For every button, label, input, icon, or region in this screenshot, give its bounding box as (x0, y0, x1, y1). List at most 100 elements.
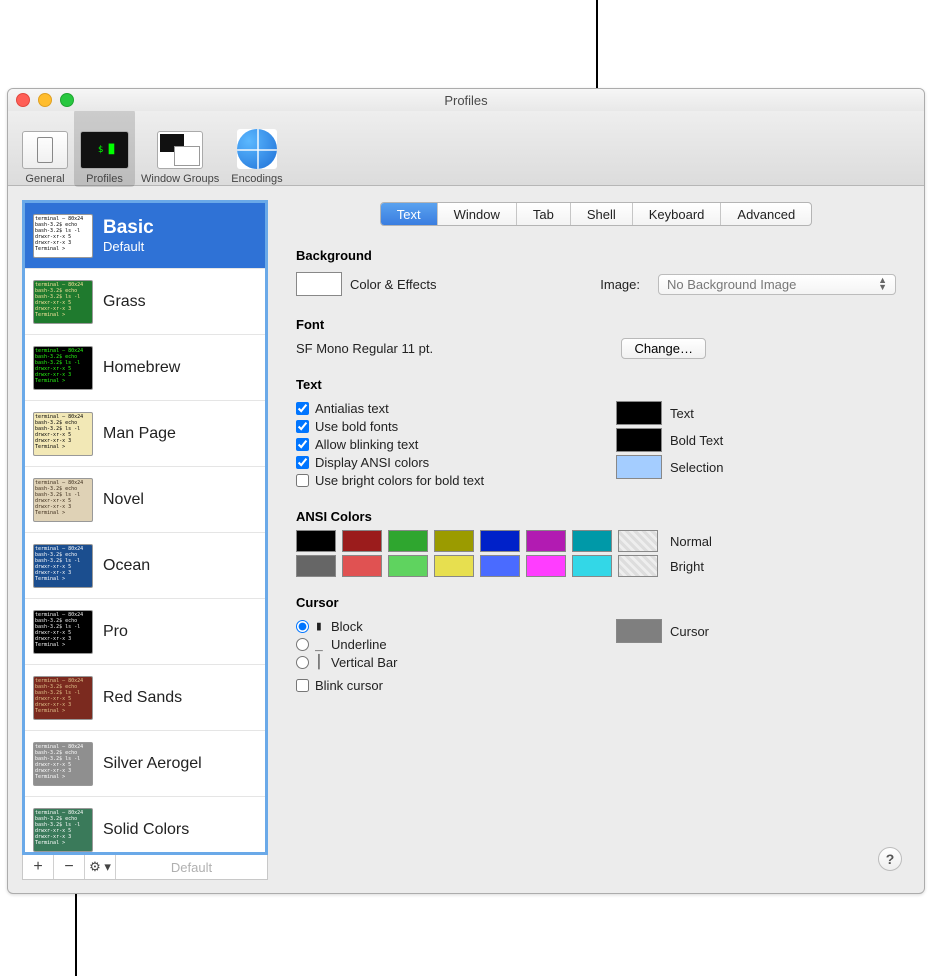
toolbar-label: Encodings (231, 173, 282, 185)
bright-bold-checkbox[interactable]: Use bright colors for bold text (296, 473, 576, 488)
add-profile-button[interactable]: + (23, 855, 54, 879)
tab-text[interactable]: Text (381, 203, 438, 225)
ansi-normal-row: Normal (296, 530, 896, 552)
profile-thumbnail: terminal — 80x24bash-3.2$ echobash-3.2$ … (33, 808, 93, 852)
profile-thumbnail: terminal — 80x24bash-3.2$ echobash-3.2$ … (33, 214, 93, 258)
ansi-swatch[interactable] (618, 530, 658, 552)
ansi-swatch[interactable] (388, 555, 428, 577)
background-image-select[interactable]: No Background Image ▲▼ (658, 274, 896, 295)
cursor-heading: Cursor (296, 595, 896, 610)
profile-subtitle: Default (103, 239, 154, 254)
cursor-underline-radio[interactable]: _Underline (296, 637, 576, 652)
toolbar-general[interactable]: General (16, 109, 74, 187)
profile-name: Basic (103, 217, 154, 239)
change-font-button[interactable]: Change… (621, 338, 706, 359)
antialias-checkbox[interactable]: Antialias text (296, 401, 576, 416)
ansi-swatch[interactable] (296, 530, 336, 552)
font-value: SF Mono Regular 11 pt. (296, 341, 433, 356)
titlebar[interactable]: Profiles (8, 89, 924, 111)
settings-tabs: Text Window Tab Shell Keyboard Advanced (380, 202, 812, 226)
profile-item-novel[interactable]: terminal — 80x24bash-3.2$ echobash-3.2$ … (25, 467, 265, 533)
window-title: Profiles (444, 93, 487, 108)
ansi-swatch[interactable] (480, 555, 520, 577)
profile-thumbnail: terminal — 80x24bash-3.2$ echobash-3.2$ … (33, 676, 93, 720)
ansi-swatch[interactable] (434, 530, 474, 552)
ansi-swatch[interactable] (296, 555, 336, 577)
background-color-well[interactable] (296, 272, 342, 296)
profile-item-man-page[interactable]: terminal — 80x24bash-3.2$ echobash-3.2$ … (25, 401, 265, 467)
selection-color-well[interactable] (616, 455, 662, 479)
cursor-color-well[interactable] (616, 619, 662, 643)
ansi-row-label: Bright (670, 559, 704, 574)
tab-keyboard[interactable]: Keyboard (633, 203, 722, 225)
profile-name: Grass (103, 293, 146, 311)
ansi-swatch[interactable] (526, 555, 566, 577)
cursor-block-radio[interactable]: ▮Block (296, 619, 576, 634)
profile-name: Solid Colors (103, 821, 189, 839)
ansi-swatch[interactable] (434, 555, 474, 577)
zoom-icon[interactable] (60, 93, 74, 107)
ansi-swatch[interactable] (526, 530, 566, 552)
ansi-swatch[interactable] (572, 555, 612, 577)
minimize-icon[interactable] (38, 93, 52, 107)
profile-list-footer: + − ⚙︎ ▾ Default (22, 855, 268, 880)
profile-thumbnail: terminal — 80x24bash-3.2$ echobash-3.2$ … (33, 412, 93, 456)
tab-advanced[interactable]: Advanced (721, 203, 811, 225)
toolbar-label: Profiles (86, 173, 123, 185)
profile-thumbnail: terminal — 80x24bash-3.2$ echobash-3.2$ … (33, 544, 93, 588)
chevron-updown-icon: ▲▼ (878, 277, 887, 291)
profile-name: Red Sands (103, 689, 182, 707)
profile-item-ocean[interactable]: terminal — 80x24bash-3.2$ echobash-3.2$ … (25, 533, 265, 599)
toolbar-label: Window Groups (141, 173, 219, 185)
profile-item-basic[interactable]: terminal — 80x24bash-3.2$ echobash-3.2$ … (25, 203, 265, 269)
profile-item-grass[interactable]: terminal — 80x24bash-3.2$ echobash-3.2$ … (25, 269, 265, 335)
profile-item-pro[interactable]: terminal — 80x24bash-3.2$ echobash-3.2$ … (25, 599, 265, 665)
profile-item-red-sands[interactable]: terminal — 80x24bash-3.2$ echobash-3.2$ … (25, 665, 265, 731)
profile-list[interactable]: terminal — 80x24bash-3.2$ echobash-3.2$ … (22, 200, 268, 855)
tab-tab[interactable]: Tab (517, 203, 571, 225)
window-groups-icon (157, 131, 203, 169)
preferences-window: Profiles General $ █ Profiles Window Gro… (7, 88, 925, 894)
ansi-colors-checkbox[interactable]: Display ANSI colors (296, 455, 576, 470)
text-heading: Text (296, 377, 896, 392)
blink-cursor-checkbox[interactable]: Blink cursor (296, 678, 576, 693)
text-color-well[interactable] (616, 401, 662, 425)
profile-thumbnail: terminal — 80x24bash-3.2$ echobash-3.2$ … (33, 478, 93, 522)
ansi-swatch[interactable] (342, 530, 382, 552)
profile-actions-menu[interactable]: ⚙︎ ▾ (85, 855, 116, 879)
profile-thumbnail: terminal — 80x24bash-3.2$ echobash-3.2$ … (33, 610, 93, 654)
profile-item-solid-colors[interactable]: terminal — 80x24bash-3.2$ echobash-3.2$ … (25, 797, 265, 855)
bold-fonts-checkbox[interactable]: Use bold fonts (296, 419, 576, 434)
profiles-icon: $ █ (80, 131, 129, 169)
ansi-swatch[interactable] (572, 530, 612, 552)
ansi-swatch[interactable] (342, 555, 382, 577)
ansi-swatch[interactable] (618, 555, 658, 577)
ansi-swatch[interactable] (388, 530, 428, 552)
bold-color-well[interactable] (616, 428, 662, 452)
toolbar: General $ █ Profiles Window Groups Encod… (8, 111, 924, 186)
cursor-vbar-radio[interactable]: │Vertical Bar (296, 655, 576, 670)
encodings-icon (237, 129, 277, 169)
tab-window[interactable]: Window (438, 203, 517, 225)
ansi-swatch[interactable] (480, 530, 520, 552)
tab-shell[interactable]: Shell (571, 203, 633, 225)
profile-name: Silver Aerogel (103, 755, 202, 773)
toolbar-window-groups[interactable]: Window Groups (135, 109, 225, 187)
background-heading: Background (296, 248, 896, 263)
ansi-row-label: Normal (670, 534, 712, 549)
help-button[interactable]: ? (878, 847, 902, 871)
remove-profile-button[interactable]: − (54, 855, 85, 879)
blinking-checkbox[interactable]: Allow blinking text (296, 437, 576, 452)
profile-item-silver-aerogel[interactable]: terminal — 80x24bash-3.2$ echobash-3.2$ … (25, 731, 265, 797)
ansi-bright-row: Bright (296, 555, 896, 577)
color-effects-label: Color & Effects (350, 277, 436, 292)
profile-name: Novel (103, 491, 144, 509)
toolbar-encodings[interactable]: Encodings (225, 109, 288, 187)
toolbar-profiles[interactable]: $ █ Profiles (74, 109, 135, 187)
close-icon[interactable] (16, 93, 30, 107)
toolbar-label: General (25, 173, 64, 185)
general-icon (22, 131, 68, 169)
profile-item-homebrew[interactable]: terminal — 80x24bash-3.2$ echobash-3.2$ … (25, 335, 265, 401)
profile-name: Man Page (103, 425, 176, 443)
set-default-button[interactable]: Default (116, 855, 267, 879)
